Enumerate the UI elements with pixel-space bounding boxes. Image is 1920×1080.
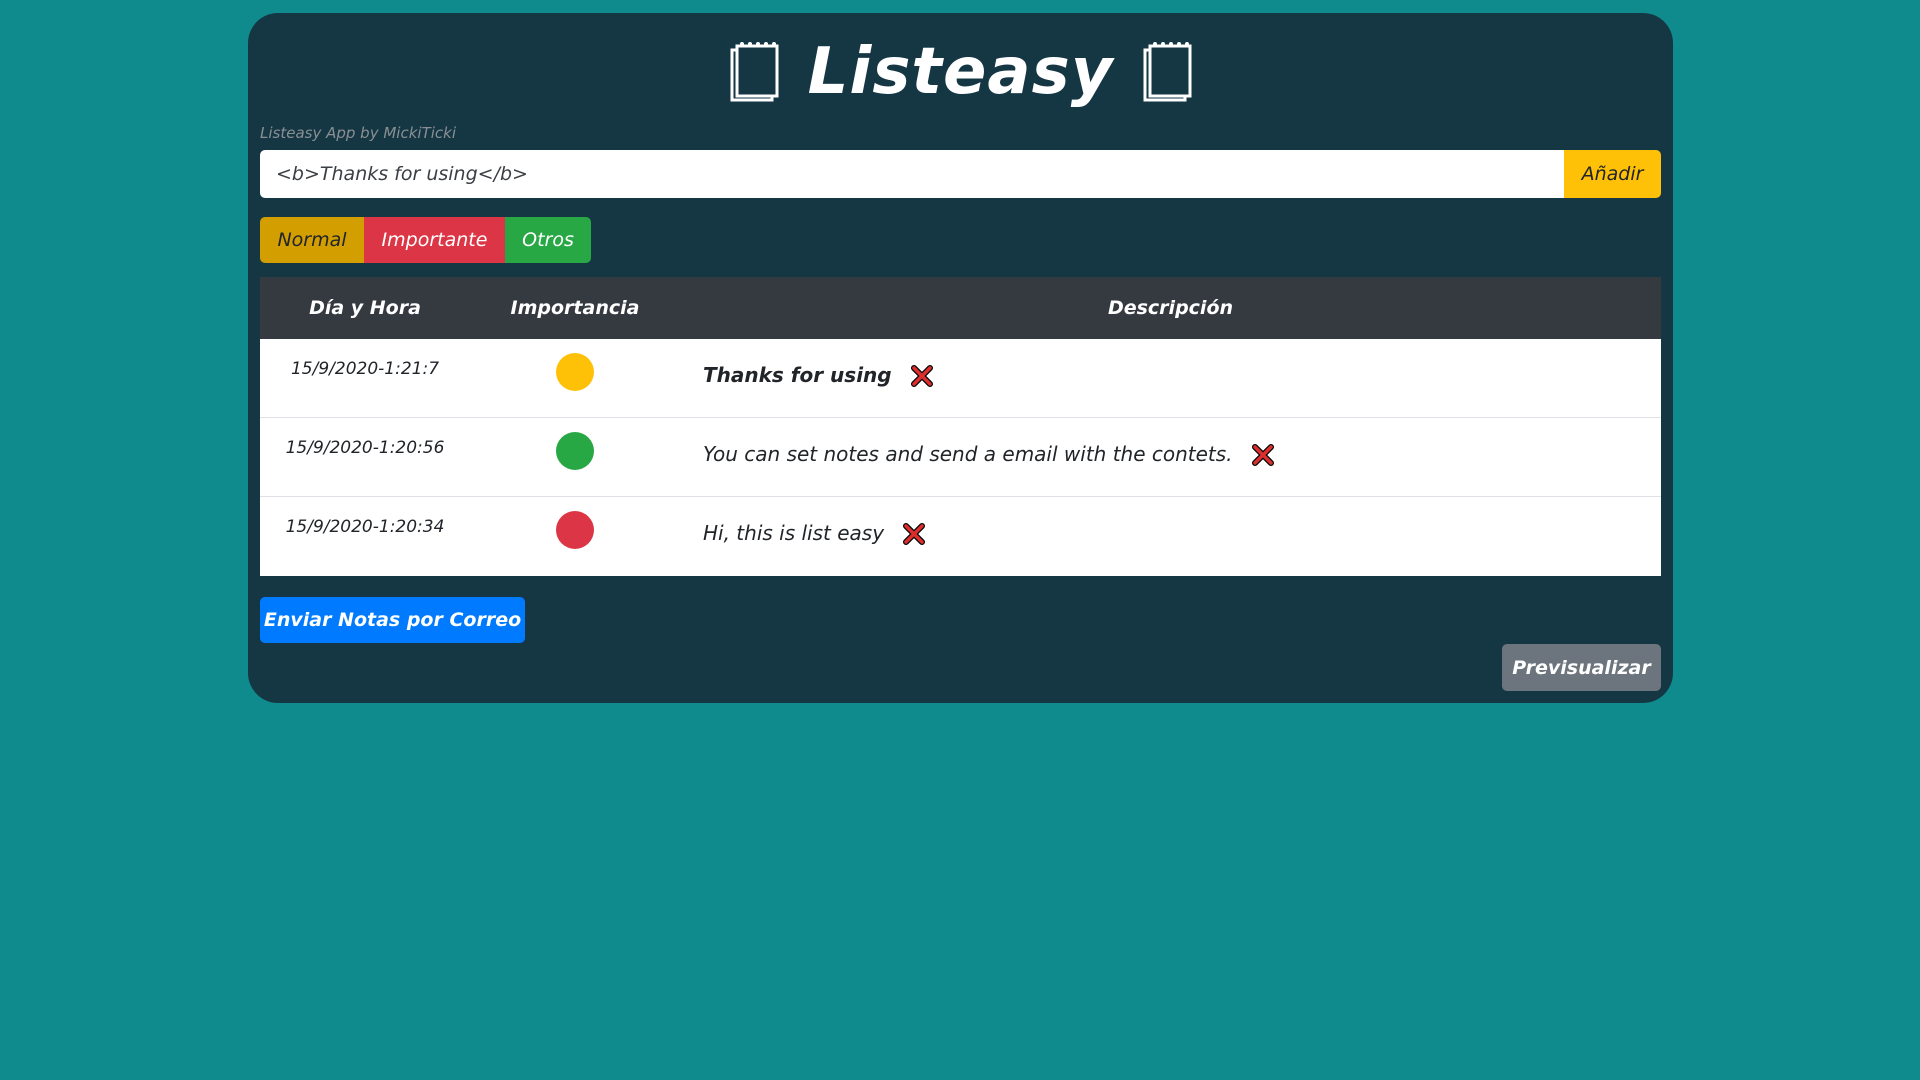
cross-mark-icon[interactable] xyxy=(902,522,926,546)
notepad-icon xyxy=(1143,42,1192,102)
importance-dot xyxy=(556,511,594,549)
header-description: Descripción xyxy=(1107,297,1234,319)
note-input-group: Añadir xyxy=(260,150,1661,198)
row-date: 15/9/2020-1:20:56 xyxy=(285,438,445,458)
notes-table: Día y Hora Importancia Descripción 15/9/… xyxy=(260,277,1661,576)
table-header: Día y Hora Importancia Descripción xyxy=(260,277,1661,339)
table-row: 15/9/2020-1:20:56 You can set notes and … xyxy=(260,418,1661,497)
send-mail-button[interactable]: Enviar Notas por Correo xyxy=(260,597,525,643)
row-description: You can set notes and send a email with … xyxy=(703,442,1233,466)
importance-dot xyxy=(556,353,594,391)
row-date: 15/9/2020-1:20:34 xyxy=(285,517,445,537)
add-button[interactable]: Añadir xyxy=(1564,150,1661,198)
app-header: Listeasy xyxy=(248,27,1673,117)
notepad-icon xyxy=(730,42,779,102)
cross-mark-icon[interactable] xyxy=(1251,443,1275,467)
priority-otros-button[interactable]: Otros xyxy=(505,217,591,263)
header-date: Día y Hora xyxy=(309,297,421,319)
preview-button[interactable]: Previsualizar xyxy=(1502,644,1661,691)
priority-normal-button[interactable]: Normal xyxy=(260,217,364,263)
note-input[interactable] xyxy=(260,150,1564,198)
app-credit: Listeasy App by MickiTicki xyxy=(260,124,456,142)
priority-importante-button[interactable]: Importante xyxy=(364,217,505,263)
priority-button-group: Normal Importante Otros xyxy=(260,217,591,263)
cross-mark-icon[interactable] xyxy=(910,364,934,388)
row-description: Thanks for using xyxy=(703,363,892,387)
app-title: Listeasy xyxy=(807,35,1114,109)
app-card: Listeasy Listeasy App by MickiTicki Añad… xyxy=(248,13,1673,703)
table-row: 15/9/2020-1:20:34 Hi, this is list easy xyxy=(260,497,1661,576)
table-row: 15/9/2020-1:21:7 Thanks for using xyxy=(260,339,1661,418)
header-importance: Importancia xyxy=(510,297,640,319)
row-date: 15/9/2020-1:21:7 xyxy=(290,359,440,379)
row-description: Hi, this is list easy xyxy=(703,521,885,545)
importance-dot xyxy=(556,432,594,470)
